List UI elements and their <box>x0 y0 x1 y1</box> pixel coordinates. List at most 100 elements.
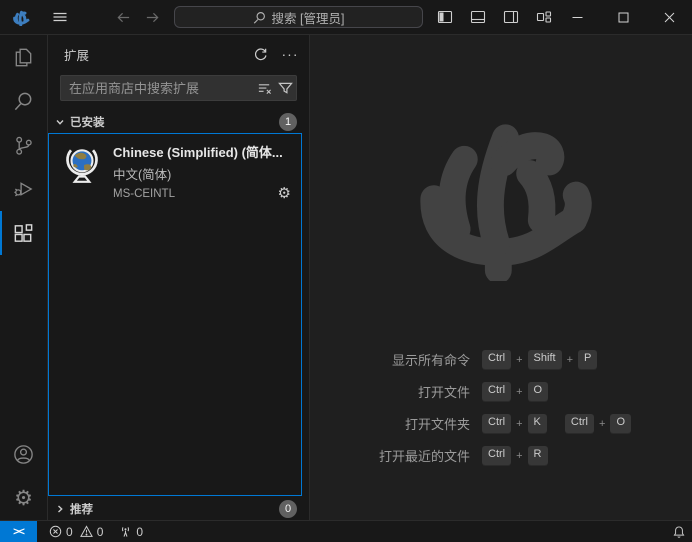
customize-layout-icon[interactable] <box>534 7 554 27</box>
toggle-secondary-sidebar-icon[interactable] <box>501 7 521 27</box>
key: P <box>578 350 597 368</box>
key: Shift <box>528 350 562 368</box>
key-separator: + <box>599 418 605 430</box>
activity-bar: ⚙ <box>0 35 48 520</box>
error-count: 0 <box>66 525 73 539</box>
key-separator: + <box>567 354 573 366</box>
radio-tower-icon <box>119 525 132 538</box>
key: Ctrl <box>482 382 511 400</box>
shortcut-label: 显示所有命令 <box>310 350 470 369</box>
section-installed-label: 已安装 <box>70 114 105 130</box>
section-recommended[interactable]: 推荐 0 <box>48 498 309 520</box>
shortcut-keys: Ctrl + O <box>482 382 692 400</box>
key: Ctrl <box>482 350 511 368</box>
title-bar: 搜索 [管理员] <box>0 0 692 35</box>
chevron-right-icon <box>52 504 68 514</box>
vscode-window: 搜索 [管理员] <box>0 0 692 542</box>
key: Ctrl <box>565 414 594 432</box>
sidebar-header: 扩展 ··· <box>48 35 309 73</box>
shortcut-keys: Ctrl + K Ctrl + O <box>482 414 692 432</box>
sidebar-item-extensions[interactable] <box>0 211 47 255</box>
layout-controls <box>435 7 554 27</box>
warning-count: 0 <box>97 525 104 539</box>
shortcut-keys: Ctrl + R <box>482 446 692 464</box>
activity-bar-spacer <box>0 255 47 432</box>
key-separator: + <box>516 450 522 462</box>
remote-indicator[interactable]: >< <box>0 521 37 542</box>
globe-extension-icon <box>61 144 103 186</box>
clear-search-results-icon[interactable] <box>257 81 272 96</box>
debug-icon <box>12 178 35 201</box>
toggle-primary-sidebar-icon[interactable] <box>435 7 455 27</box>
search-actions <box>257 75 293 101</box>
extension-name: Chinese (Simplified) (简体... <box>113 142 291 161</box>
shortcut-label: 打开文件 <box>310 382 470 401</box>
history-navigation <box>116 10 160 25</box>
more-actions-icon[interactable]: ··· <box>279 43 301 65</box>
close-button-icon[interactable] <box>646 0 692 34</box>
sidebar-item-source-control[interactable] <box>0 123 47 167</box>
extension-info: Chinese (Simplified) (简体... 中文(简体) MS-CE… <box>113 142 291 201</box>
manage-extension-gear-icon[interactable]: ⚙ <box>278 186 291 201</box>
bell-icon <box>672 525 686 539</box>
sidebar-title: 扩展 <box>64 45 89 64</box>
key: Ctrl <box>482 446 511 464</box>
ports-status[interactable]: 0 <box>113 521 149 542</box>
status-bar: >< 0 0 0 <box>0 520 692 542</box>
go-forward-icon[interactable] <box>145 10 160 25</box>
watermark-shortcuts: 显示所有命令 Ctrl + Shift + P 打开文件 Ctrl + O <box>310 350 692 465</box>
problems-status[interactable]: 0 0 <box>43 521 109 542</box>
files-icon <box>12 46 35 69</box>
warning-icon <box>80 525 93 538</box>
installed-extensions-list: Chinese (Simplified) (简体... 中文(简体) MS-CE… <box>48 133 302 496</box>
search-icon <box>253 11 266 24</box>
extensions-search <box>60 75 297 101</box>
editor-area: 显示所有命令 Ctrl + Shift + P 打开文件 Ctrl + O <box>310 35 692 520</box>
ports-count: 0 <box>136 525 143 539</box>
recommended-count-badge: 0 <box>279 500 297 518</box>
sidebar-item-run-and-debug[interactable] <box>0 167 47 211</box>
shortcut-label: 打开最近的文件 <box>310 446 470 465</box>
key: O <box>528 382 549 400</box>
extension-row-chinese-simplified[interactable]: Chinese (Simplified) (简体... 中文(简体) MS-CE… <box>49 134 301 209</box>
menu-icon[interactable] <box>48 5 72 29</box>
workbench-main: ⚙ 扩展 ··· <box>0 35 692 520</box>
installed-count-badge: 1 <box>279 113 297 131</box>
error-icon <box>49 525 62 538</box>
app-coral-logo-icon <box>12 8 30 26</box>
section-recommended-label: 推荐 <box>70 501 93 517</box>
extension-footer: MS-CEINTL ⚙ <box>113 186 291 201</box>
shortcut-open-folder: 打开文件夹 Ctrl + K Ctrl + O <box>310 414 692 433</box>
shortcut-keys: Ctrl + Shift + P <box>482 350 692 368</box>
sidebar-actions: ··· <box>249 43 301 65</box>
notifications-bell[interactable] <box>666 521 692 542</box>
key: K <box>528 414 547 432</box>
shortcut-label: 打开文件夹 <box>310 414 470 433</box>
sidebar-item-manage[interactable]: ⚙ <box>0 476 47 520</box>
shortcut-open-recent: 打开最近的文件 Ctrl + R <box>310 446 692 465</box>
source-control-branch-icon <box>12 134 35 157</box>
sidebar-item-accounts[interactable] <box>0 432 47 476</box>
extensions-icon <box>12 222 35 245</box>
command-center-search[interactable]: 搜索 [管理员] <box>174 6 423 28</box>
key-separator: + <box>516 418 522 430</box>
key-separator: + <box>516 354 522 366</box>
extensions-sidebar: 扩展 ··· <box>48 35 310 520</box>
minimize-button-icon[interactable] <box>554 0 600 34</box>
shortcut-show-all-commands: 显示所有命令 Ctrl + Shift + P <box>310 350 692 369</box>
go-back-icon[interactable] <box>116 10 131 25</box>
maximize-button-icon[interactable] <box>600 0 646 34</box>
key-separator: + <box>516 386 522 398</box>
window-controls <box>554 0 692 34</box>
toggle-panel-icon[interactable] <box>468 7 488 27</box>
key: R <box>528 446 548 464</box>
refresh-icon[interactable] <box>249 43 271 65</box>
key: Ctrl <box>482 414 511 432</box>
search-icon <box>12 90 35 113</box>
section-installed[interactable]: 已安装 1 <box>48 111 309 133</box>
command-center-placeholder: 搜索 [管理员] <box>272 8 345 27</box>
sidebar-item-search[interactable] <box>0 79 47 123</box>
status-bar-right <box>666 521 692 542</box>
sidebar-item-explorer[interactable] <box>0 35 47 79</box>
filter-icon[interactable] <box>278 81 293 96</box>
